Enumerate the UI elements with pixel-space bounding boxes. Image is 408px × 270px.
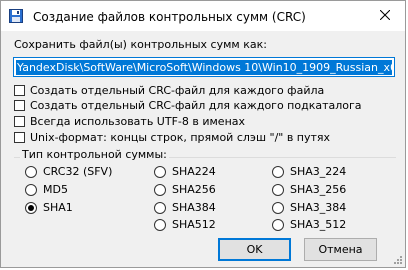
radio-sha384[interactable]: SHA384: [154, 200, 216, 215]
radio-button[interactable]: [154, 201, 166, 214]
radio-md5[interactable]: MD5: [25, 182, 68, 197]
radio-label: MD5: [43, 183, 68, 196]
radio-label: SHA3_384: [290, 201, 347, 214]
title-bar: Создание файлов контрольных сумм (CRC): [1, 1, 405, 31]
radio-label: SHA3_512: [290, 218, 347, 231]
radio-button[interactable]: [25, 165, 37, 178]
close-icon: [379, 9, 391, 23]
radio-label: CRC32 (SFV): [43, 165, 113, 178]
checkbox[interactable]: [14, 132, 25, 143]
save-as-label: Сохранить файл(ы) контрольных сумм как:: [14, 38, 267, 51]
radio-crc32[interactable]: CRC32 (SFV): [25, 164, 112, 179]
radio-button[interactable]: [154, 218, 166, 231]
radio-label: SHA256: [172, 183, 216, 196]
dialog-window: Создание файлов контрольных сумм (CRC) С…: [0, 0, 406, 268]
ok-button[interactable]: OK: [218, 238, 291, 261]
radio-label: SHA1: [43, 201, 73, 214]
resize-grip-icon[interactable]: [392, 254, 402, 264]
option-utf8[interactable]: Всегда использовать UTF-8 в именах: [14, 114, 245, 129]
window-title: Создание файлов контрольных сумм (CRC): [33, 10, 306, 24]
radio-button[interactable]: [154, 183, 166, 196]
option-label: Создать отдельный CRC-файл для каждого ф…: [30, 84, 325, 97]
radio-sha224[interactable]: SHA224: [154, 164, 216, 179]
radio-sha512[interactable]: SHA512: [154, 217, 216, 232]
radio-button[interactable]: [272, 218, 284, 231]
radio-sha256[interactable]: SHA256: [154, 182, 216, 197]
cancel-button[interactable]: Отмена: [304, 238, 377, 261]
radio-button[interactable]: [154, 165, 166, 178]
option-label: Всегда использовать UTF-8 в именах: [30, 115, 246, 128]
radio-label: SHA3_224: [290, 165, 347, 178]
radio-label: SHA224: [172, 165, 216, 178]
floppy-disk-icon: [9, 9, 23, 23]
radio-sha3-256[interactable]: SHA3_256: [272, 182, 346, 197]
option-label: Unix-формат: концы строк, прямой слэш "/…: [30, 131, 331, 144]
option-label: Создать отдельный CRC-файл для каждого п…: [30, 99, 362, 112]
path-field[interactable]: YandexDisk\SoftWare\MicroSoft\Windows 10…: [13, 57, 395, 77]
path-field-value: YandexDisk\SoftWare\MicroSoft\Windows 10…: [16, 60, 392, 75]
radio-label: SHA384: [172, 201, 216, 214]
option-unix-format[interactable]: Unix-формат: концы строк, прямой слэш "/…: [14, 130, 330, 145]
radio-button[interactable]: [272, 165, 284, 178]
radio-sha3-384[interactable]: SHA3_384: [272, 200, 346, 215]
radio-button[interactable]: [25, 183, 37, 196]
radio-label: SHA512: [172, 218, 216, 231]
radio-button-selected[interactable]: [25, 201, 37, 214]
radio-sha3-512[interactable]: SHA3_512: [272, 217, 346, 232]
checkbox[interactable]: [14, 116, 25, 127]
checkbox[interactable]: [14, 100, 25, 111]
checkbox[interactable]: [14, 85, 25, 96]
radio-label: SHA3_256: [290, 183, 347, 196]
radio-button[interactable]: [272, 183, 284, 196]
radio-sha1[interactable]: SHA1: [25, 200, 73, 215]
radio-sha3-224[interactable]: SHA3_224: [272, 164, 346, 179]
option-per-file[interactable]: Создать отдельный CRC-файл для каждого ф…: [14, 83, 324, 98]
close-button[interactable]: [365, 1, 405, 31]
option-per-subfolder[interactable]: Создать отдельный CRC-файл для каждого п…: [14, 98, 362, 113]
radio-button[interactable]: [272, 201, 284, 214]
checksum-type-label: Тип контрольной суммы:: [20, 148, 169, 161]
